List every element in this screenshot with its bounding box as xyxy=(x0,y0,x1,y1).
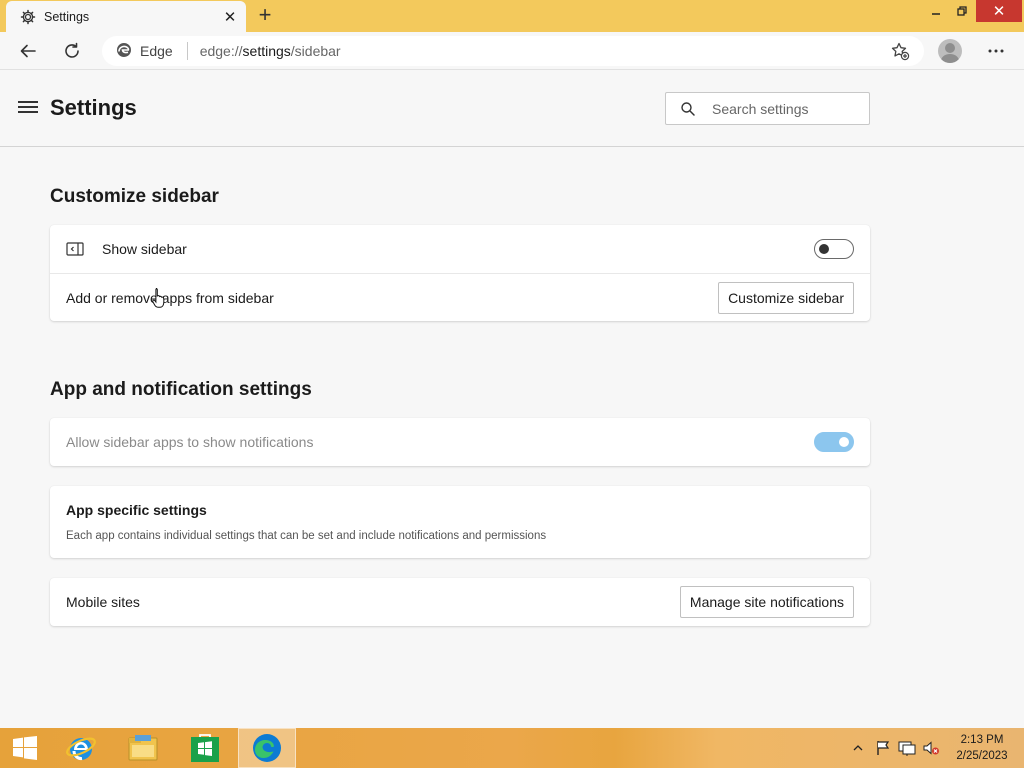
url-host: settings xyxy=(242,43,291,59)
new-tab-button[interactable]: + xyxy=(254,4,276,26)
show-sidebar-toggle[interactable] xyxy=(814,239,854,259)
minimize-icon[interactable] xyxy=(924,0,948,22)
close-window-icon[interactable]: ✕ xyxy=(976,0,1022,22)
address-bar[interactable]: Edge edge://settings/sidebar xyxy=(102,36,924,66)
settings-content: Customize sidebar Show sidebar Add or re… xyxy=(0,148,1024,728)
app-specific-title: App specific settings xyxy=(66,502,207,518)
taskbar: 2:13 PM 2/25/2023 xyxy=(0,728,1024,768)
show-hidden-icons-icon[interactable] xyxy=(850,745,866,751)
app-specific-description: Each app contains individual settings th… xyxy=(66,530,547,542)
back-arrow-icon xyxy=(20,44,36,58)
allow-notifications-row: Allow sidebar apps to show notifications xyxy=(50,418,870,466)
add-remove-apps-row: Add or remove apps from sidebar Customiz… xyxy=(50,273,870,321)
volume-muted-icon[interactable] xyxy=(920,740,942,756)
url-path: /sidebar xyxy=(290,43,341,59)
section-title-app-notification: App and notification settings xyxy=(50,379,312,400)
close-tab-icon[interactable]: ✕ xyxy=(218,5,242,29)
toggle-knob xyxy=(839,437,849,447)
start-icon[interactable] xyxy=(4,728,46,768)
allow-notifications-label: Allow sidebar apps to show notifications xyxy=(66,434,314,450)
back-button[interactable] xyxy=(13,36,43,66)
settings-header: Settings xyxy=(0,71,1024,147)
clock-time: 2:13 PM xyxy=(960,734,1004,746)
tab-settings[interactable]: Settings ✕ xyxy=(6,1,246,32)
customize-sidebar-card: Show sidebar Add or remove apps from sid… xyxy=(50,225,870,321)
hand-cursor-icon xyxy=(152,287,166,309)
clock-date: 2/25/2023 xyxy=(956,750,1008,762)
taskbar-clock[interactable]: 2:13 PM 2/25/2023 xyxy=(950,732,1014,764)
more-options-icon[interactable] xyxy=(981,36,1011,66)
address-divider xyxy=(186,42,188,60)
site-chip-label: Edge xyxy=(140,43,173,59)
refresh-button[interactable] xyxy=(57,36,87,66)
system-tray xyxy=(850,728,942,768)
toggle-knob xyxy=(819,244,829,254)
refresh-icon xyxy=(65,42,79,58)
allow-notifications-toggle xyxy=(814,432,854,452)
restore-icon[interactable] xyxy=(950,0,974,22)
allow-notifications-card: Allow sidebar apps to show notifications xyxy=(50,418,870,466)
customize-sidebar-button[interactable]: Customize sidebar xyxy=(718,282,854,314)
mobile-sites-label: Mobile sites xyxy=(66,594,140,610)
action-center-flag-icon[interactable] xyxy=(872,740,894,756)
manage-site-notifications-button[interactable]: Manage site notifications xyxy=(679,586,854,618)
internet-explorer-icon[interactable] xyxy=(58,728,104,768)
profile-avatar[interactable] xyxy=(938,39,962,63)
mobile-sites-card: Mobile sites Manage site notifications xyxy=(50,578,870,626)
url-scheme: edge:// xyxy=(199,43,243,59)
sidebar-icon xyxy=(66,242,84,256)
store-icon[interactable] xyxy=(182,728,228,768)
network-icon[interactable] xyxy=(896,740,918,756)
title-bar: Settings ✕ + ✕ xyxy=(0,0,1024,32)
menu-icon[interactable] xyxy=(18,101,38,115)
section-title-customize-sidebar: Customize sidebar xyxy=(50,186,219,207)
add-remove-apps-label: Add or remove apps from sidebar xyxy=(66,289,274,306)
show-sidebar-label: Show sidebar xyxy=(102,241,187,257)
mobile-sites-row: Mobile sites Manage site notifications xyxy=(50,578,870,626)
app-specific-settings-card[interactable]: App specific settings Each app contains … xyxy=(50,486,870,558)
show-sidebar-row: Show sidebar xyxy=(50,225,870,273)
site-identity-chip[interactable]: Edge xyxy=(116,42,173,61)
search-box[interactable] xyxy=(665,92,870,125)
file-explorer-icon[interactable] xyxy=(120,728,166,768)
gear-icon xyxy=(18,7,38,27)
tab-title: Settings xyxy=(44,9,90,24)
edge-logo-icon xyxy=(116,42,132,61)
page-title: Settings xyxy=(50,95,137,120)
search-input[interactable] xyxy=(712,100,862,117)
search-icon xyxy=(680,101,696,117)
browser-toolbar: Edge edge://settings/sidebar xyxy=(0,32,1024,70)
add-favorite-icon[interactable] xyxy=(890,41,910,61)
edge-icon[interactable] xyxy=(238,728,296,768)
